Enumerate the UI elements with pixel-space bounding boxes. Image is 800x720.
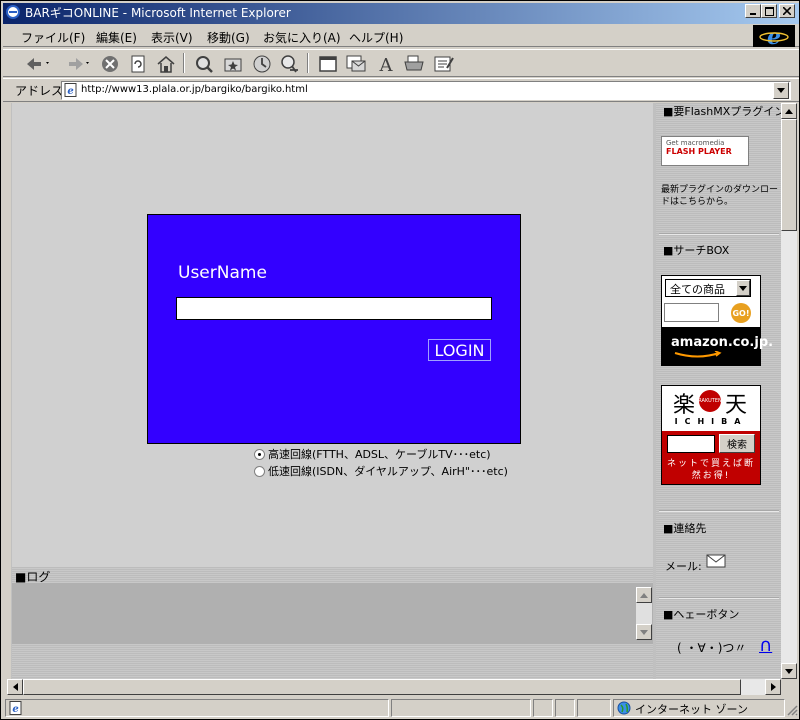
rakuten-kanji-2: 天 [725,393,748,418]
maximize-button[interactable] [761,4,777,18]
browser-window: BARギコONLINE - Microsoft Internet Explore… [0,0,800,720]
address-url: http://www13.plala.or.jp/bargiko/bargiko… [81,84,308,95]
radio-high-speed-control[interactable] [254,448,265,460]
rakuten-search-input[interactable] [667,435,715,453]
flash-button-text: Get macromedia [666,139,725,147]
status-cell [577,699,611,717]
status-cell [555,699,575,717]
fullscreen-icon[interactable] [317,53,339,75]
menu-go[interactable]: 移動(G) [207,29,250,46]
page-footer-pattern [12,644,653,679]
radio-high-speed[interactable]: 高速回線(FTTH、ADSL、ケーブルTV･･･etc) [254,446,491,462]
print-icon[interactable] [403,53,425,75]
search-heading: ■サーチBOX [663,244,730,257]
page-status-icon: e [9,701,22,715]
contact-heading: ■連絡先 [663,522,707,535]
menu-view[interactable]: 表示(V) [151,29,193,46]
he-button-text: ( ・∀・)つ〃 [677,641,747,655]
globe-icon [617,701,631,715]
status-zone-text: インターネット ゾーン [635,703,748,716]
amazon-category-value: 全ての商品 [670,283,725,296]
horizontal-scroll-thumb[interactable] [23,679,741,695]
status-cell [391,699,531,717]
amazon-go-button[interactable]: GO! [731,303,751,323]
close-button[interactable] [779,4,795,18]
toolbar-separator [183,53,185,73]
channels-icon[interactable] [279,53,301,75]
home-icon[interactable] [155,53,177,75]
radio-low-speed[interactable]: 低速回線(ISDN、ダイヤルアップ、AirH"･･･etc) [254,463,508,479]
login-panel [147,214,521,444]
resize-grip-icon[interactable] [787,705,798,716]
he-button[interactable]: ∩ [759,635,772,656]
flash-button-title: FLASH PLAYER [666,147,732,156]
rakuten-kanji-1: 楽 [673,393,696,418]
rakuten-search-button[interactable]: 検索 [719,434,755,453]
svg-text:e: e [67,86,73,97]
amazon-category-select[interactable]: 全ての商品 [665,279,751,297]
sidebar-divider [659,233,779,235]
menu-edit[interactable]: 編集(E) [96,29,137,46]
minimize-button[interactable] [745,4,761,18]
menu-help[interactable]: ヘルプ(H) [349,29,403,46]
ie-logo: e [753,24,795,50]
menu-favorites[interactable]: お気に入り(A) [263,29,341,46]
status-cell [533,699,553,717]
ie-app-icon [6,5,20,19]
sidebar-divider [659,597,779,599]
amazon-smile-icon [674,351,722,358]
username-label: UserName [178,263,267,283]
svg-text:e: e [12,704,18,715]
mail-icon[interactable] [706,554,726,568]
history-icon[interactable] [251,53,273,75]
menu-file[interactable]: ファイル(F) [21,29,85,46]
he-button-heading: ■ヘェーボタン [663,608,740,621]
log-heading: ■ログ [12,567,653,584]
amazon-search-input[interactable] [664,303,719,322]
log-scroll-up-icon[interactable] [636,587,652,603]
svg-text:e: e [767,25,781,47]
toolbar-separator [307,53,309,73]
rakuten-slogan: ネットで買えば断然お得! [666,459,755,481]
flash-download-text: 最新プラグインのダウンロードはこちらから。 [661,185,779,207]
log-scrollbar[interactable] [636,587,652,640]
log-scroll-down-icon[interactable] [636,624,652,640]
radio-high-speed-label: 高速回線(FTTH、ADSL、ケーブルTV･･･etc) [268,448,491,461]
mail-icon[interactable] [345,53,367,75]
flash-heading: ■要FlashMXプラグイン [663,105,781,118]
svg-text:A: A [379,55,394,74]
font-icon[interactable]: A [375,53,397,75]
favorites-icon[interactable] [222,53,244,75]
chevron-down-icon[interactable] [736,280,750,296]
amazon-logo: amazon.co.jp. [661,327,773,366]
radio-low-speed-label: 低速回線(ISDN、ダイヤルアップ、AirH"･･･etc) [268,465,508,478]
search-icon[interactable] [193,53,215,75]
forward-icon[interactable] [61,53,93,75]
rakuten-ichiba: ICHIBA [674,417,748,426]
scroll-right-icon[interactable] [765,679,781,695]
amazon-logo-text: amazon.co.jp. [671,335,774,350]
window-title: BARギコONLINE - Microsoft Internet Explore… [25,6,291,20]
login-button[interactable]: LOGIN [428,339,491,361]
vertical-scroll-thumb[interactable] [781,119,797,231]
rakuten-badge: RAKUTEN [698,390,722,412]
address-dropdown-button[interactable] [773,82,789,99]
scroll-left-icon[interactable] [7,679,23,695]
scroll-up-icon[interactable] [781,103,797,119]
address-label: アドレス [15,84,64,98]
page-icon: e [64,83,77,97]
radio-low-speed-control[interactable] [254,465,265,477]
scroll-down-icon[interactable] [781,663,797,679]
status-main-cell [5,699,389,717]
stop-icon[interactable] [99,53,121,75]
sidebar-divider [659,510,779,512]
username-input[interactable] [176,297,492,320]
back-icon[interactable] [21,53,53,75]
refresh-icon[interactable] [127,53,149,75]
mail-label: メール: [665,560,702,573]
toolbar [3,49,799,77]
edit-icon[interactable] [433,53,455,75]
log-area [12,583,653,644]
